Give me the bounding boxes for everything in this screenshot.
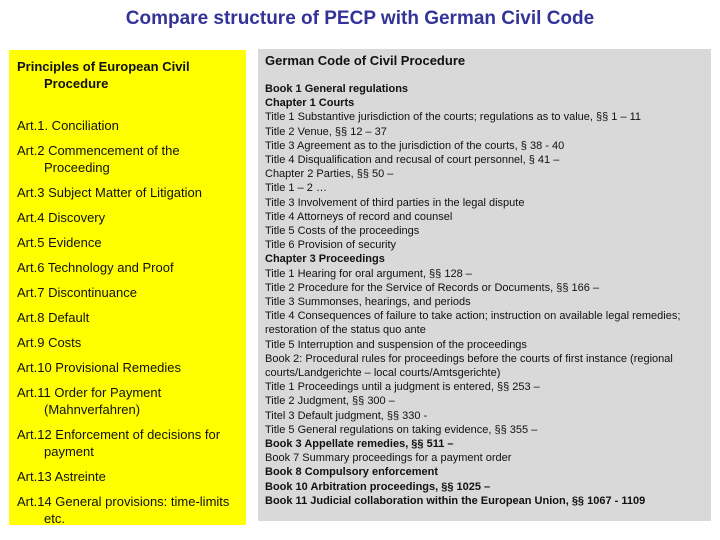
german-code-section-heading: Book 8 Compulsory enforcement [265, 466, 438, 479]
german-code-line: Chapter 2 Parties, §§ 50 – [265, 168, 394, 181]
german-code-line: Title 5 Costs of the proceedings [265, 225, 420, 238]
german-code-line: Title 3 Involvement of third parties in … [265, 196, 525, 209]
pecp-article-item: Art.8 Default [17, 310, 90, 325]
german-code-line: Title 1 Hearing for oral argument, §§ 12… [265, 267, 472, 280]
pecp-article-item: Art.1. Conciliation [17, 118, 119, 133]
german-code-section-heading: Book 10 Arbitration proceedings, §§ 1025… [265, 480, 491, 493]
german-code-line: Title 1 Substantive jurisdiction of the … [265, 111, 642, 124]
german-code-line: Title 3 Agreement as to the jurisdiction… [265, 139, 565, 152]
pecp-article-item: Art.4 Discovery [17, 210, 106, 225]
pecp-article-item: Art.9 Costs [17, 335, 82, 350]
pecp-article-item: Art.14 General provisions: time-limits e… [17, 494, 230, 526]
german-code-line: Title 1 Proceedings until a judgment is … [265, 381, 540, 394]
slide-title: Compare structure of PECP with German Ci… [125, 8, 595, 29]
german-code-line: Title 1 – 2 … [265, 182, 327, 195]
german-code-heading: German Code of Civil Procedure [265, 53, 466, 68]
pecp-article-item: Art.11 Order for Payment (Mahnverfahren) [17, 385, 162, 417]
german-code-line: Title 3 Summonses, hearings, and periods [265, 296, 471, 309]
pecp-article-item: Art.13 Astreinte [17, 469, 106, 484]
pecp-article-list: Art.1. Conciliation Art.2 Commencement of… [17, 117, 238, 527]
german-code-line: Title 4 Attorneys of record and counsel [265, 210, 453, 223]
german-code-section-heading: Book 1 General regulations [265, 83, 409, 95]
pecp-heading: Principles of European Civil Procedure [17, 59, 190, 91]
german-code-section-heading: Book 11 Judicial collaboration within th… [265, 494, 646, 507]
german-code-section-heading: Book 3 Appellate remedies, §§ 511 – [265, 438, 454, 451]
pecp-panel: Principles of European Civil Procedure A… [9, 50, 246, 527]
pecp-article-item: Art.3 Subject Matter of Litigation [17, 185, 202, 200]
german-code-structure-list: Book 1 General regulations Chapter 1 Cour… [265, 82, 705, 508]
german-code-line: Book 7 Summary proceedings for a payment… [265, 452, 512, 465]
german-code-panel: German Code of Civil Procedure Book 1 Ge… [258, 49, 711, 521]
pecp-article-item: Art.10 Provisional Remedies [17, 360, 182, 375]
german-code-line: Title 4 Consequences of failure to take … [265, 310, 681, 337]
german-code-line: Title 2 Venue, §§ 12 – 37 [265, 125, 387, 138]
german-code-line: Title 4 Disqualification and recusal of … [265, 154, 560, 167]
german-code-line: Title 2 Procedure for the Service of Rec… [265, 281, 600, 294]
pecp-article-item: Art.6 Technology and Proof [17, 260, 174, 275]
pecp-article-item: Art.12 Enforcement of decisions for paym… [17, 427, 221, 459]
pecp-article-item: Art.7 Discontinuance [17, 285, 137, 300]
german-code-line: Titel 3 Default judgment, §§ 330 - [265, 409, 428, 422]
german-code-line: Title 5 Interruption and suspension of t… [265, 338, 527, 351]
german-code-section-heading: Chapter 3 Proceedings [265, 253, 385, 266]
german-code-section-heading: Chapter 1 Courts [265, 97, 355, 110]
german-code-line: Title 6 Provision of security [265, 239, 397, 252]
german-code-line: Title 5 General regulations on taking ev… [265, 423, 538, 436]
german-code-line: Book 2: Procedural rules for proceedings… [265, 352, 673, 380]
german-code-line: Title 2 Judgment, §§ 300 – [265, 395, 395, 408]
pecp-article-item: Art.5 Evidence [17, 235, 102, 250]
pecp-article-item: Art.2 Commencement of the Proceeding [17, 143, 180, 175]
